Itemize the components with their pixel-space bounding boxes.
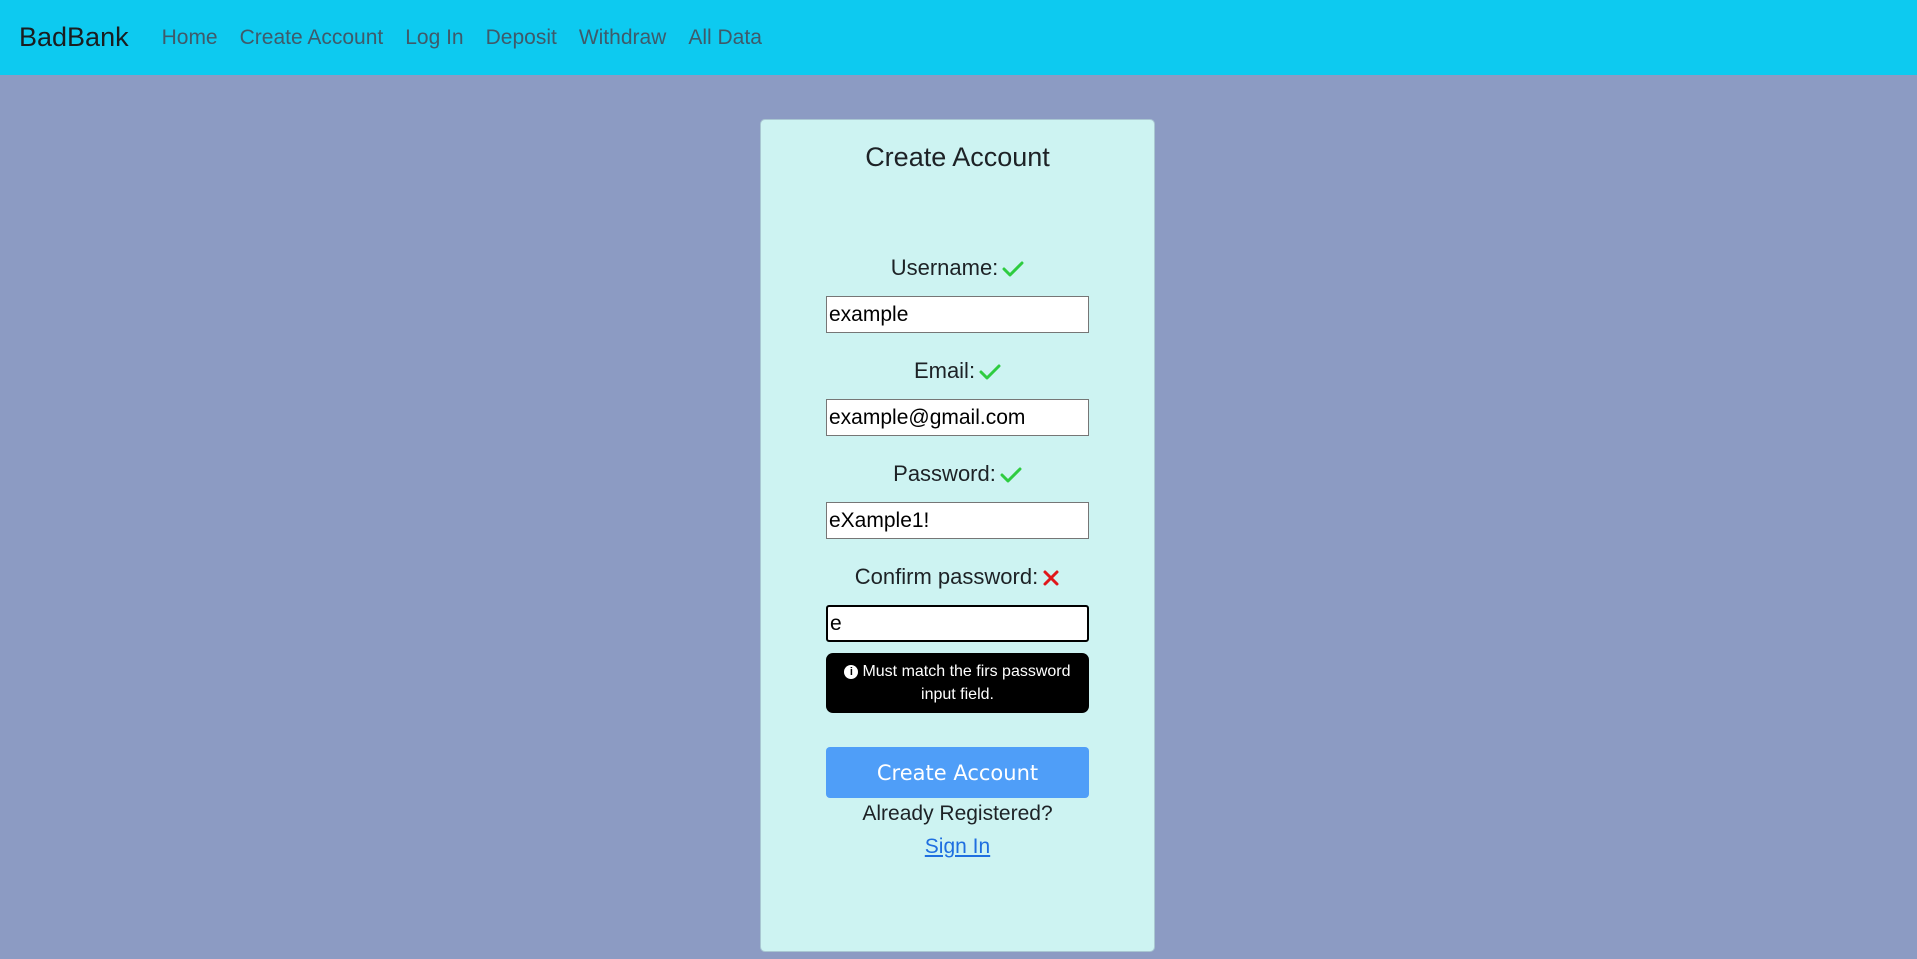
tooltip-line-1: Must match the firs password [862,663,1071,680]
info-icon: i [844,665,859,679]
sign-in-link[interactable]: Sign In [925,835,990,858]
create-account-card: Create Account Username: Email: Password… [760,119,1155,952]
check-icon [1000,466,1022,484]
confirm-password-label: Confirm password: [854,564,1039,589]
x-icon [1042,569,1060,587]
card-title: Create Account [865,142,1050,172]
check-icon [979,363,1001,381]
nav-link-log-in[interactable]: Log In [405,26,463,50]
email-input[interactable] [826,399,1089,436]
nav-link-deposit[interactable]: Deposit [486,26,557,50]
password-label: Password: [893,461,996,486]
create-account-button[interactable]: Create Account [826,747,1089,798]
nav-link-home[interactable]: Home [162,26,218,50]
username-label: Username: [890,255,999,280]
already-registered-text: Already Registered? [862,802,1053,825]
confirm-password-input[interactable] [826,605,1089,642]
nav-link-create-account[interactable]: Create Account [240,26,384,50]
email-label-row: Email: [761,358,1154,384]
username-label-row: Username: [761,255,1154,281]
tooltip-line-2: input field. [921,686,994,703]
confirm-password-label-row: Confirm password: [761,564,1154,590]
password-label-row: Password: [761,461,1154,487]
brand-logo[interactable]: BadBank [19,22,129,53]
navbar: BadBank Home Create Account Log In Depos… [0,0,1917,75]
sign-in-row: Sign In [761,835,1154,859]
nav-link-all-data[interactable]: All Data [688,26,762,50]
validation-tooltip: i Must match the firs password input fiel… [826,653,1089,713]
username-input[interactable] [826,296,1089,333]
password-input[interactable] [826,502,1089,539]
check-icon [1002,260,1024,278]
nav-link-withdraw[interactable]: Withdraw [579,26,667,50]
email-label: Email: [913,358,976,383]
